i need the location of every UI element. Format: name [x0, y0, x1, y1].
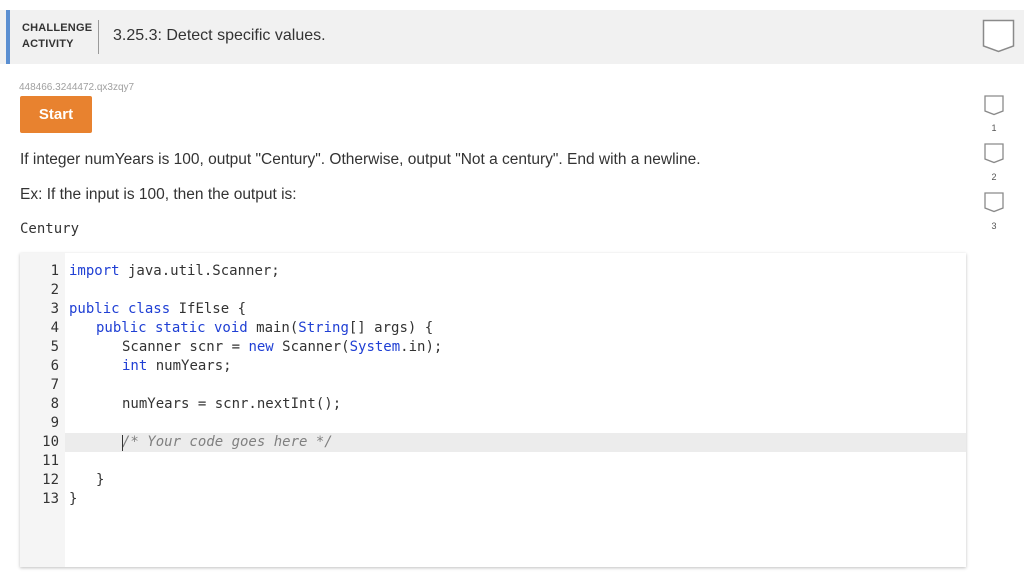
- code-text: IfElse {: [170, 301, 247, 317]
- code-text: Scanner scnr =: [122, 339, 249, 355]
- instruction-text: If integer numYears is 100, output "Cent…: [20, 151, 701, 168]
- code-keyword: import: [69, 263, 120, 279]
- code-line-8[interactable]: numYears = scnr.nextInt();: [122, 395, 341, 414]
- activity-title: 3.25.3: Detect specific values.: [113, 27, 326, 44]
- line-number: 2: [50, 282, 59, 298]
- line-number: 13: [42, 491, 59, 507]
- example-text: Ex: If the input is 100, then the output…: [20, 186, 297, 203]
- line-number: 3: [50, 301, 59, 317]
- code-keyword: public static void: [96, 320, 248, 336]
- line-number: 12: [42, 472, 59, 488]
- code-line-12[interactable]: }: [96, 471, 104, 490]
- level-1-number: 1: [991, 123, 997, 133]
- level-1-chevron-icon[interactable]: [984, 95, 1004, 116]
- line-number: 4: [50, 320, 59, 336]
- line-number: 1: [50, 263, 59, 279]
- code-keyword: public class: [69, 301, 171, 317]
- code-type: System: [349, 339, 401, 355]
- code-text: main(: [247, 320, 299, 336]
- code-text: Scanner(: [273, 339, 350, 355]
- line-number: 6: [50, 358, 59, 374]
- header-accent-bar: [6, 10, 10, 64]
- line-number-gutter: 1 2 3 4 5 6 7 8 9 10 11 12 13: [20, 253, 65, 567]
- challenge-activity-label: CHALLENGE ACTIVITY: [22, 20, 94, 52]
- code-text: java.util.Scanner;: [119, 263, 280, 279]
- challenge-label-line1: CHALLENGE: [22, 22, 93, 34]
- code-text: [] args) {: [348, 320, 434, 336]
- code-text: }: [96, 472, 105, 488]
- line-number: 9: [50, 415, 59, 431]
- code-line-5[interactable]: Scanner scnr = new Scanner(System.in);: [122, 338, 442, 357]
- line-number: 5: [50, 339, 59, 355]
- code-keyword: int: [122, 358, 148, 374]
- code-line-10[interactable]: /* Your code goes here */: [122, 433, 333, 452]
- line-number: 8: [50, 396, 59, 412]
- code-text: numYears;: [147, 358, 232, 374]
- code-keyword: new: [248, 339, 274, 355]
- line-number: 10: [42, 434, 59, 450]
- activity-id: 448466.3244472.qx3zqy7: [19, 82, 135, 93]
- code-editor[interactable]: 1 2 3 4 5 6 7 8 9 10 11 12 13 import jav…: [20, 253, 966, 567]
- code-type: String: [298, 320, 349, 336]
- code-line-3[interactable]: public class IfElse {: [69, 300, 246, 319]
- code-text: }: [69, 491, 78, 507]
- level-2-chevron-icon[interactable]: [984, 143, 1004, 164]
- challenge-label-line2: ACTIVITY: [22, 38, 74, 50]
- code-line-1[interactable]: import java.util.Scanner;: [69, 262, 280, 281]
- code-comment: /* Your code goes here */: [122, 434, 333, 450]
- code-text: .in);: [400, 339, 443, 355]
- level-3-chevron-icon[interactable]: [984, 192, 1004, 213]
- header-divider: [98, 20, 99, 54]
- code-line-6[interactable]: int numYears;: [122, 357, 232, 376]
- level-2-number: 2: [991, 172, 997, 182]
- completion-chevron-icon: [982, 19, 1015, 53]
- line-number: 11: [42, 453, 59, 469]
- code-line-4[interactable]: public static void main(String[] args) {: [96, 319, 433, 338]
- text-cursor: [122, 435, 123, 451]
- line-number: 7: [50, 377, 59, 393]
- start-button[interactable]: Start: [20, 96, 92, 133]
- code-line-13[interactable]: }: [69, 490, 77, 509]
- code-text: numYears = scnr.nextInt();: [122, 396, 342, 412]
- example-output: Century: [20, 221, 80, 237]
- level-3-number: 3: [991, 221, 997, 231]
